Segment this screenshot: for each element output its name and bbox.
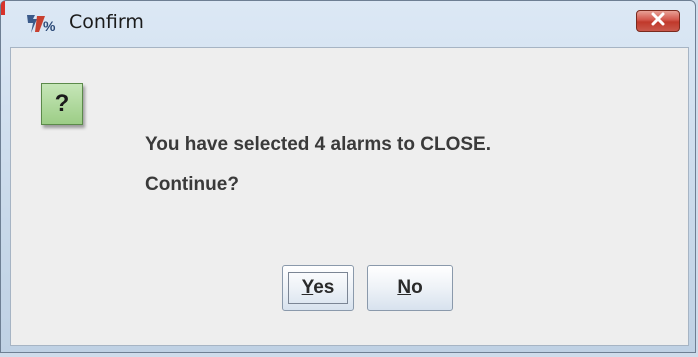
message-line-2: Continue?: [145, 174, 239, 195]
close-x-icon: [650, 12, 666, 31]
focus-indicator: [288, 272, 348, 304]
question-icon-glyph: ?: [54, 90, 70, 117]
message-line-1: You have selected 4 alarms to CLOSE.: [145, 134, 491, 155]
question-icon: ?: [41, 83, 83, 125]
svg-text:%: %: [43, 18, 56, 34]
yes-button[interactable]: Yes: [282, 265, 354, 311]
window-title: Confirm: [69, 11, 144, 33]
no-mnemonic: N: [397, 277, 412, 298]
window-close-button[interactable]: [636, 10, 680, 32]
title-bar[interactable]: % Confirm: [1, 1, 697, 39]
no-button-label: No: [397, 277, 422, 299]
confirm-dialog-window: % Confirm ? You have selected 4 alarms t…: [0, 0, 696, 353]
no-button[interactable]: No: [367, 265, 453, 311]
no-label-rest: o: [411, 277, 423, 298]
java-app-icon: %: [25, 13, 61, 35]
